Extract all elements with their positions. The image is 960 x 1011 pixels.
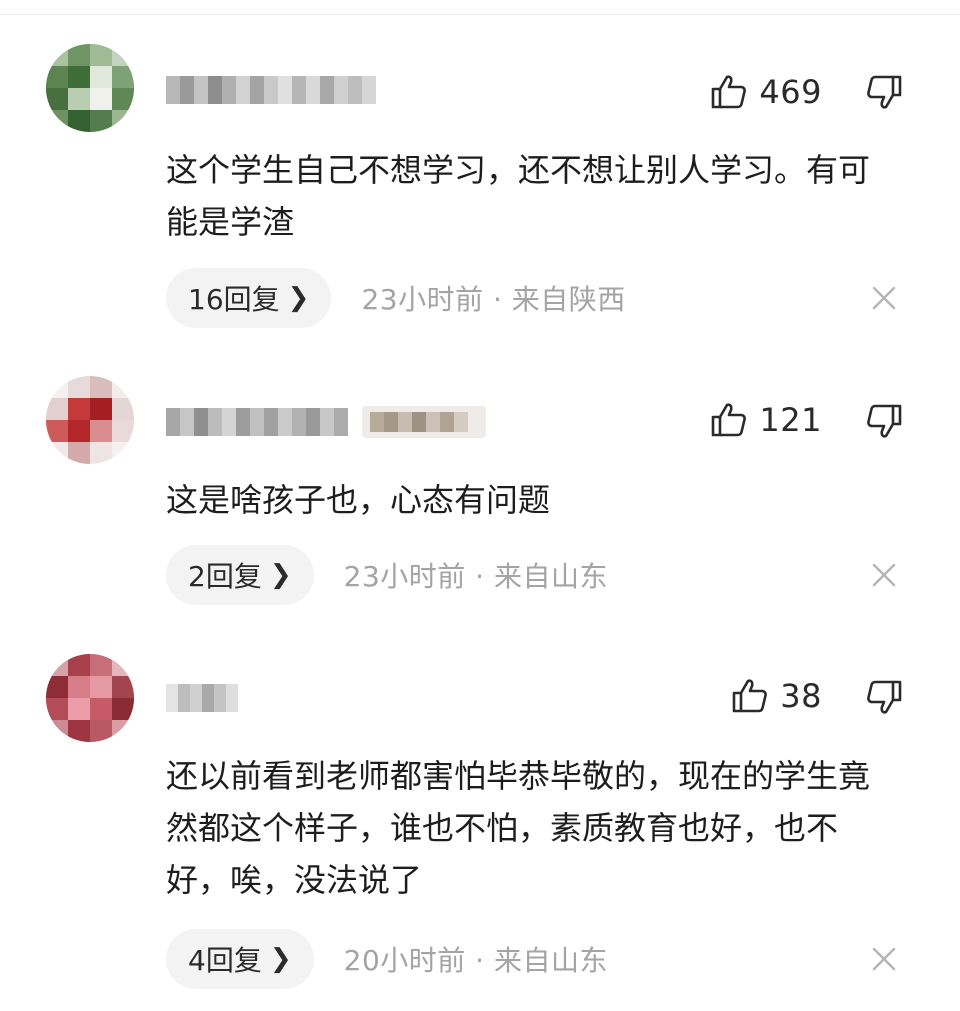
location-text: 来自陕西 — [511, 283, 626, 316]
chevron-right-icon: ❯ — [269, 944, 292, 974]
close-icon[interactable] — [870, 284, 898, 312]
like-button[interactable]: 38 — [730, 676, 822, 716]
avatar[interactable] — [46, 44, 134, 132]
top-divider — [0, 14, 960, 15]
like-count: 469 — [759, 73, 822, 111]
like-count: 38 — [780, 677, 822, 715]
comment-meta: 16回复 ❯ 23小时前 · 来自陕西 — [166, 268, 626, 328]
chevron-right-icon: ❯ — [269, 560, 292, 590]
username-redacted[interactable] — [166, 678, 238, 718]
replies-button[interactable]: 4回复 ❯ — [166, 929, 314, 989]
comment-timestamp: 20小时前 · 来自山东 — [344, 939, 608, 979]
replies-button[interactable]: 2回复 ❯ — [166, 545, 314, 605]
username-redacted[interactable] — [166, 70, 378, 110]
thumbs-up-icon — [712, 75, 747, 109]
like-count: 121 — [759, 401, 822, 439]
replies-label: 4回复 — [188, 944, 262, 977]
thumbs-down-icon[interactable] — [866, 73, 904, 111]
comment-meta: 2回复 ❯ 23小时前 · 来自山东 — [166, 545, 608, 605]
replies-button[interactable]: 16回复 ❯ — [166, 268, 332, 328]
comment-text: 还以前看到老师都害怕毕恭毕敬的，现在的学生竟然都这个样子，谁也不怕，素质教育也好… — [166, 757, 871, 899]
comment-timestamp: 23小时前 · 来自山东 — [344, 555, 608, 595]
replies-label: 2回复 — [188, 560, 262, 593]
location-text: 来自山东 — [493, 560, 608, 593]
avatar[interactable] — [46, 376, 134, 464]
username-redacted[interactable] — [166, 402, 486, 442]
chevron-right-icon: ❯ — [287, 283, 310, 313]
time-text: 23小时前 — [343, 560, 466, 593]
time-text: 23小时前 — [361, 283, 484, 316]
thumbs-up-icon — [732, 679, 768, 713]
comment-text: 这个学生自己不想学习，还不想让别人学习。有可能是学渣 — [166, 151, 871, 241]
like-button[interactable]: 121 — [709, 400, 822, 440]
close-icon[interactable] — [870, 945, 898, 973]
location-text: 来自山东 — [493, 944, 608, 977]
time-text: 20小时前 — [343, 944, 466, 977]
comment-meta: 4回复 ❯ 20小时前 · 来自山东 — [166, 929, 608, 989]
comment-timestamp: 23小时前 · 来自陕西 — [361, 278, 625, 318]
separator: · — [475, 560, 485, 593]
thumbs-up-icon — [712, 403, 747, 437]
avatar[interactable] — [46, 654, 134, 742]
replies-label: 16回复 — [188, 283, 280, 316]
close-icon[interactable] — [870, 561, 898, 589]
like-button[interactable]: 469 — [709, 72, 822, 112]
thumbs-down-icon[interactable] — [866, 678, 904, 716]
comment-text: 这是啥孩子也，心态有问题 — [166, 481, 551, 519]
separator: · — [475, 944, 485, 977]
thumbs-down-icon[interactable] — [866, 402, 904, 440]
separator: · — [492, 283, 503, 316]
